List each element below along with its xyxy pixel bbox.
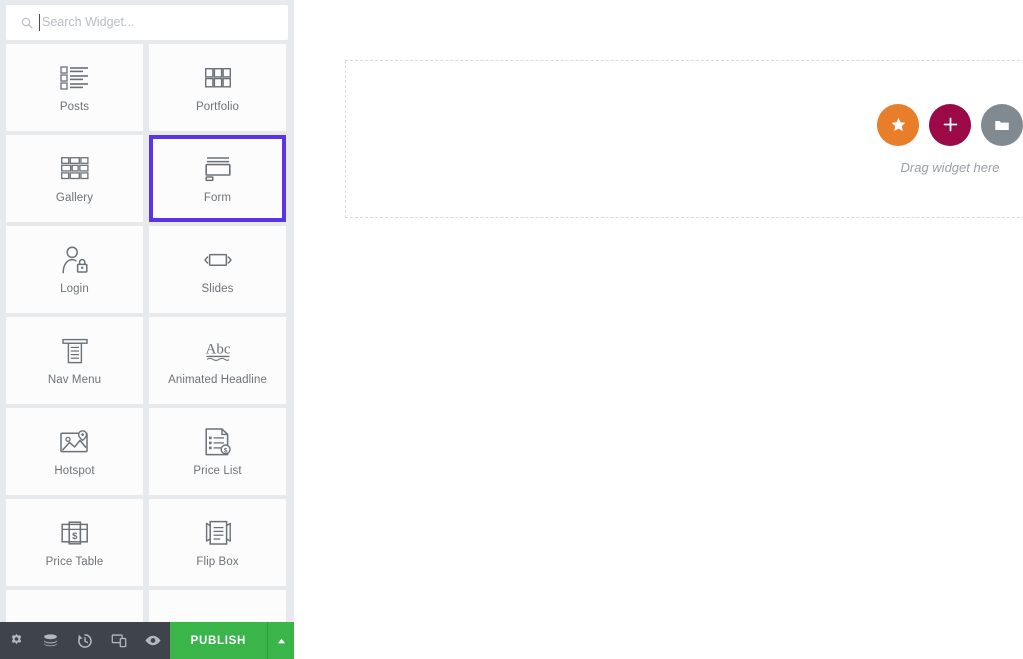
animated-headline-icon: Abc	[201, 334, 235, 368]
settings-icon[interactable]	[0, 622, 34, 659]
widget-label: Slides	[201, 283, 234, 296]
widget-label: Price Table	[45, 556, 104, 569]
widget-card-gallery[interactable]: Gallery	[6, 135, 143, 222]
partial-widget-icon	[201, 613, 235, 622]
editor-canvas[interactable]: Drag widget here	[294, 0, 1023, 659]
price-list-icon: $	[201, 425, 235, 459]
partial-widget-icon	[58, 613, 92, 622]
widget-list-scroll[interactable]: Posts Portfolio Gallery Form Login Slide…	[0, 44, 294, 622]
price-table-icon: $	[58, 516, 92, 550]
folder-icon	[995, 120, 1009, 130]
widget-card-price-list[interactable]: $ Price List	[149, 408, 286, 495]
widget-label: Gallery	[55, 192, 94, 205]
widget-label: Form	[203, 192, 232, 205]
widget-label: Hotspot	[54, 465, 95, 478]
widget-card-price-table[interactable]: $ Price Table	[6, 499, 143, 586]
login-icon	[58, 243, 92, 277]
publish-group: PUBLISH	[169, 622, 294, 659]
flip-box-icon	[201, 516, 235, 550]
widget-card-slides[interactable]: Slides	[149, 226, 286, 313]
publish-options-button[interactable]	[267, 622, 294, 659]
portfolio-icon	[201, 61, 235, 95]
navigator-icon[interactable]	[34, 622, 68, 659]
widget-label: Animated Headline	[168, 374, 267, 387]
widget-card-portfolio[interactable]: Portfolio	[149, 44, 286, 131]
widget-label: Posts	[59, 101, 90, 114]
search-input[interactable]	[42, 5, 280, 40]
publish-button[interactable]: PUBLISH	[169, 622, 267, 659]
section-dropzone[interactable]: Drag widget here	[345, 60, 1023, 218]
widget-label: Flip Box	[196, 556, 239, 569]
nav-menu-icon	[58, 334, 92, 368]
form-icon	[201, 152, 235, 186]
search-icon	[21, 17, 33, 29]
widget-card-login[interactable]: Login	[6, 226, 143, 313]
dropzone-content: Drag widget here	[346, 61, 1023, 217]
editor-bottom-bar: PUBLISH	[0, 622, 294, 659]
add-section-button[interactable]	[929, 103, 971, 146]
drag-widget-label: Drag widget here	[900, 159, 1000, 175]
widget-card-flip-box[interactable]: Flip Box	[149, 499, 286, 586]
svg-text:$: $	[72, 531, 78, 542]
add-widget-button[interactable]	[877, 103, 919, 146]
search-box[interactable]	[6, 5, 288, 40]
plus-icon	[943, 117, 957, 132]
widget-search-area	[0, 0, 294, 44]
widget-card-form[interactable]: Form	[149, 135, 286, 222]
svg-text:Abc: Abc	[205, 342, 230, 358]
add-buttons-group	[877, 103, 1023, 146]
elementor-editor: Posts Portfolio Gallery Form Login	[0, 0, 1023, 659]
widget-label: Login	[60, 283, 89, 296]
slides-icon	[201, 243, 235, 277]
widget-label: Portfolio	[195, 101, 240, 114]
responsive-icon[interactable]	[102, 622, 136, 659]
history-icon[interactable]	[68, 622, 102, 659]
svg-text:$: $	[223, 448, 227, 455]
widget-label: Nav Menu	[47, 374, 102, 387]
widget-card-partial[interactable]	[149, 590, 286, 622]
search-text-cursor	[39, 14, 40, 31]
add-template-button[interactable]	[981, 103, 1023, 146]
star-icon	[891, 117, 905, 131]
widget-panel: Posts Portfolio Gallery Form Login	[0, 0, 294, 659]
posts-icon	[58, 61, 92, 95]
widget-card-posts[interactable]: Posts	[6, 44, 143, 131]
gallery-icon	[58, 152, 92, 186]
widget-card-hotspot[interactable]: Hotspot	[6, 408, 143, 495]
preview-icon[interactable]	[136, 622, 170, 659]
widget-card-animated-headline[interactable]: Abc Animated Headline	[149, 317, 286, 404]
widget-label: Price List	[193, 465, 242, 478]
caret-up-icon	[277, 638, 285, 643]
widget-grid: Posts Portfolio Gallery Form Login Slide…	[0, 44, 294, 622]
widget-card-partial[interactable]	[6, 590, 143, 622]
hotspot-icon	[58, 425, 92, 459]
widget-card-nav-menu[interactable]: Nav Menu	[6, 317, 143, 404]
